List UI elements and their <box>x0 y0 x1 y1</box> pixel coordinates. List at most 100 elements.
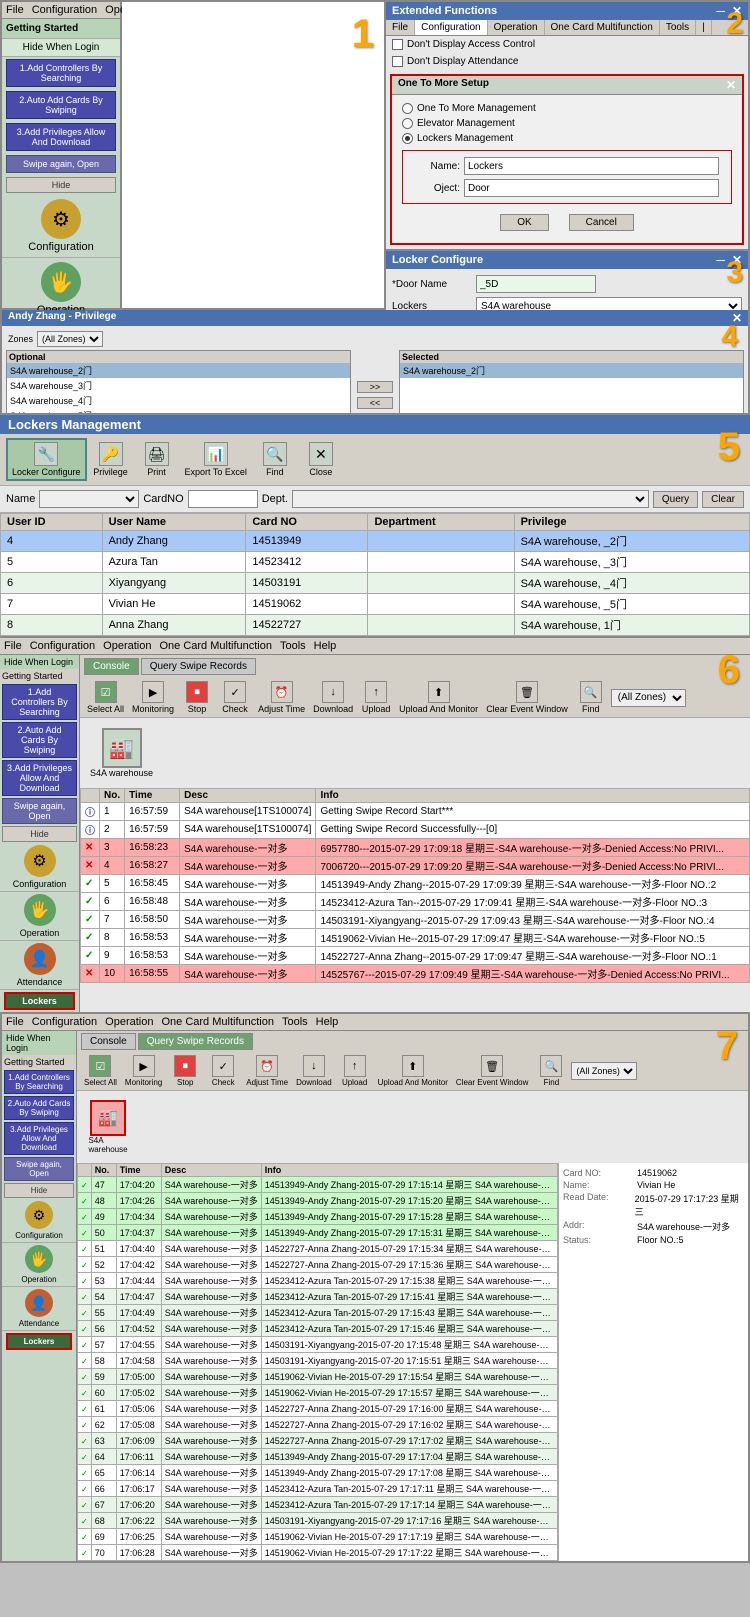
table-row[interactable]: ✓916:58:53S4A warehouse-一对多14522727-Anna… <box>81 947 750 965</box>
table-row[interactable]: ✓5817:04:58S4A warehouse-一对多14503191-Xiy… <box>78 1353 558 1369</box>
s5-name-select[interactable] <box>39 490 139 508</box>
s6-tab-console[interactable]: Console <box>84 658 139 675</box>
table-row[interactable]: ✕316:58:23S4A warehouse-一对多6957780---201… <box>81 839 750 857</box>
find-btn[interactable]: 🔍 Find <box>253 440 297 479</box>
table-row[interactable]: ✓6017:05:02S4A warehouse-一对多14519062-Viv… <box>78 1385 558 1401</box>
menu-configuration[interactable]: Configuration <box>32 4 97 16</box>
s6-find-btn[interactable]: 🔍 Find <box>573 680 609 715</box>
s7-swipe[interactable]: Swipe again, Open <box>4 1157 74 1181</box>
s4-item-2[interactable]: S4A warehouse_3门 <box>7 378 350 393</box>
minimize-icon[interactable]: ─ <box>716 4 725 18</box>
table-row[interactable]: ✓5517:04:49S4A warehouse-一对多14523412-Azu… <box>78 1305 558 1321</box>
config-icon-btn[interactable]: ⚙ Configuration <box>2 195 120 258</box>
s7-config-icon-btn[interactable]: ⚙ Configuration <box>2 1199 76 1243</box>
table-row[interactable]: ✓5217:04:42S4A warehouse-一对多14522727-Ann… <box>78 1257 558 1273</box>
table-row[interactable]: ✓5117:04:40S4A warehouse-一对多14522727-Ann… <box>78 1241 558 1257</box>
table-row[interactable]: ✓5017:04:37S4A warehouse-一对多14513949-And… <box>78 1225 558 1241</box>
s6-step1[interactable]: 1.Add Controllers By Searching <box>2 684 77 720</box>
s6-upload-btn[interactable]: ↑ Upload <box>358 680 394 715</box>
name-input[interactable] <box>464 157 719 175</box>
table-row[interactable]: ✓816:58:53S4A warehouse-一对多14519062-Vivi… <box>81 929 750 947</box>
swipe-again-btn[interactable]: Swipe again, Open <box>6 155 116 173</box>
s7-select-all-btn[interactable]: ☑ Select All <box>81 1054 120 1088</box>
table-row[interactable]: ✓6717:06:20S4A warehouse-一对多14523412-Azu… <box>78 1497 558 1513</box>
s6-lockers-btn[interactable]: Lockers <box>4 992 75 1010</box>
s7-step3[interactable]: 3.Add Privileges Allow And Download <box>4 1122 74 1155</box>
s7-device[interactable]: 🏭 S4A warehouse <box>83 1094 133 1160</box>
s6-menu-file[interactable]: File <box>4 640 22 652</box>
s6-step3[interactable]: 3.Add Privileges Allow And Download <box>2 760 77 796</box>
s7-step2[interactable]: 2.Auto Add Cards By Swiping <box>4 1096 74 1120</box>
table-row[interactable]: ✓4817:04:26S4A warehouse-一对多14513949-And… <box>78 1193 558 1209</box>
lc-minimize-icon[interactable]: ─ <box>716 253 725 267</box>
step2-btn[interactable]: 2.Auto Add Cards By Swiping <box>6 91 116 119</box>
ext-menu-operation[interactable]: Operation <box>488 20 545 35</box>
ok-button[interactable]: OK <box>500 214 548 231</box>
cancel-button[interactable]: Cancel <box>569 214 634 231</box>
table-row[interactable]: ✓6917:06:25S4A warehouse-一对多14519062-Viv… <box>78 1529 558 1545</box>
s7-check-btn[interactable]: ✓ Check <box>205 1054 241 1088</box>
table-row[interactable]: ✓5917:05:00S4A warehouse-一对多14519062-Viv… <box>78 1369 558 1385</box>
access-control-checkbox[interactable] <box>392 39 403 50</box>
s4-item-1[interactable]: S4A warehouse_2门 <box>7 363 350 378</box>
s5-query-btn[interactable]: Query <box>653 491 698 508</box>
table-row[interactable]: ✕416:58:27S4A warehouse-一对多7006720---201… <box>81 857 750 875</box>
s7-menu-onecard[interactable]: One Card Multifunction <box>161 1016 274 1028</box>
s7-find-btn[interactable]: 🔍 Find <box>533 1054 569 1088</box>
table-row[interactable]: 5Azura Tan14523412S4A warehouse, _3门 <box>1 552 750 573</box>
table-row[interactable]: ✓716:58:50S4A warehouse-一对多14503191-Xiya… <box>81 911 750 929</box>
table-row[interactable]: ✓5417:04:47S4A warehouse-一对多14523412-Azu… <box>78 1289 558 1305</box>
table-row[interactable]: ✓7017:06:28S4A warehouse-一对多14519062-Viv… <box>78 1545 558 1561</box>
s7-monitoring-btn[interactable]: ▶ Monitoring <box>122 1054 165 1088</box>
s7-hide[interactable]: Hide <box>4 1183 74 1198</box>
dialog-close-icon[interactable]: ✕ <box>726 78 736 92</box>
s6-clear-event-btn[interactable]: 🗑 Clear Event Window <box>483 680 571 715</box>
s7-operation-icon-btn[interactable]: 🖐 Operation <box>2 1243 76 1287</box>
table-row[interactable]: ✓5717:04:55S4A warehouse-一对多14503191-Xiy… <box>78 1337 558 1353</box>
table-row[interactable]: ✓6317:06:09S4A warehouse-一对多14522727-Ann… <box>78 1433 558 1449</box>
print-btn[interactable]: 🖨 Print <box>135 440 179 479</box>
s6-hide-when-login[interactable]: Hide When Login <box>0 655 79 669</box>
ext-menu-onecard[interactable]: One Card Multifunction <box>545 20 660 35</box>
table-row[interactable]: 6Xiyangyang14503191S4A warehouse, _4门 <box>1 573 750 594</box>
table-row[interactable]: ✓616:58:48S4A warehouse-一对多14523412-Azur… <box>81 893 750 911</box>
table-row[interactable]: 7Vivian He14519062S4A warehouse, _5门 <box>1 594 750 615</box>
table-row[interactable]: ✓6617:06:17S4A warehouse-一对多14523412-Azu… <box>78 1481 558 1497</box>
step3-btn[interactable]: 3.Add Privileges Allow And Download <box>6 123 116 151</box>
s4-selected-item-1[interactable]: S4A warehouse_2门 <box>400 363 743 378</box>
s5-cardno-input[interactable] <box>188 490 258 508</box>
s7-menu-file[interactable]: File <box>6 1016 24 1028</box>
ext-menu-tools[interactable]: Tools <box>660 20 696 35</box>
s7-stop-btn[interactable]: ⏹ Stop <box>167 1054 203 1088</box>
locker-configure-btn[interactable]: 🔧 Locker Configure <box>6 438 87 481</box>
table-row[interactable]: ✓5317:04:44S4A warehouse-一对多14523412-Azu… <box>78 1273 558 1289</box>
s6-menu-config[interactable]: Configuration <box>30 640 95 652</box>
s7-attendance-icon-btn[interactable]: 👤 Attendance <box>2 1287 76 1331</box>
table-row[interactable]: 4Andy Zhang14513949S4A warehouse, _2门 <box>1 531 750 552</box>
radio-lockers-btn[interactable] <box>402 133 413 144</box>
s7-menu-tools[interactable]: Tools <box>282 1016 308 1028</box>
table-row[interactable]: ✓516:58:45S4A warehouse-一对多14513949-Andy… <box>81 875 750 893</box>
s7-tab-console[interactable]: Console <box>81 1033 136 1050</box>
s6-download-btn[interactable]: ↓ Download <box>310 680 356 715</box>
door-name-input[interactable] <box>476 275 596 293</box>
table-row[interactable]: ✓4717:04:20S4A warehouse-一对多14513949-And… <box>78 1177 558 1193</box>
s7-clear-event-btn[interactable]: 🗑 Clear Event Window <box>453 1054 531 1088</box>
privilege-btn[interactable]: 🔑 Privilege <box>89 440 133 479</box>
s6-menu-operation[interactable]: Operation <box>103 640 151 652</box>
s6-menu-help[interactable]: Help <box>314 640 337 652</box>
step1-btn[interactable]: 1.Add Controllers By Searching <box>6 59 116 87</box>
s7-zone-select[interactable]: (All Zones) <box>571 1062 637 1080</box>
s7-tab-query[interactable]: Query Swipe Records <box>138 1033 253 1050</box>
table-row[interactable]: ✓6217:05:08S4A warehouse-一对多14522727-Ann… <box>78 1417 558 1433</box>
s4-zones-select[interactable]: (All Zones) <box>37 331 103 347</box>
s6-attendance-icon-btn[interactable]: 👤 Attendance <box>0 941 79 990</box>
remove-from-selected-btn[interactable]: << <box>357 397 393 409</box>
s7-step1[interactable]: 1.Add Controllers By Searching <box>4 1070 74 1094</box>
s6-upload-monitor-btn[interactable]: ⬆ Upload And Monitor <box>396 680 481 715</box>
export-btn[interactable]: 📊 Export To Excel <box>181 440 251 479</box>
add-to-selected-btn[interactable]: >> <box>357 381 393 393</box>
table-row[interactable]: ⓘ116:57:59S4A warehouse[1TS100074]Gettin… <box>81 803 750 821</box>
s7-download-btn[interactable]: ↓ Download <box>293 1054 335 1088</box>
s6-config-icon-btn[interactable]: ⚙ Configuration <box>0 843 79 892</box>
